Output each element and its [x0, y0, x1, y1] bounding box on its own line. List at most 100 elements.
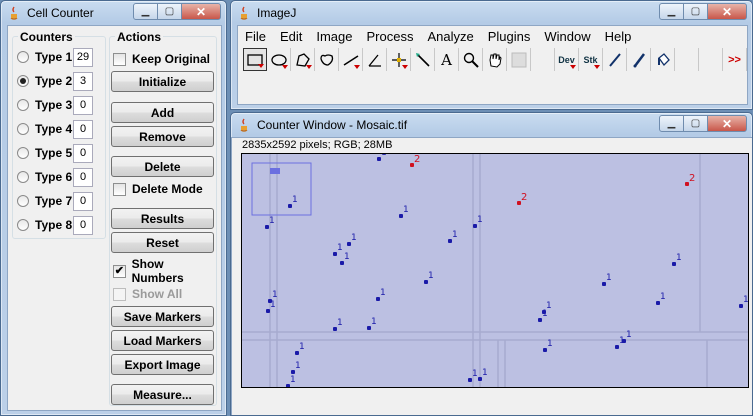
- keep-original-checkbox[interactable]: Keep Original: [113, 50, 210, 68]
- grid-lines: [242, 154, 748, 387]
- cell-marker-label: 1: [270, 300, 276, 310]
- delete-button[interactable]: Delete: [111, 156, 214, 177]
- minimize-button[interactable]: ▁: [133, 3, 158, 20]
- more-tools-icon[interactable]: >>: [723, 48, 747, 71]
- hand-tool-icon[interactable]: [483, 48, 507, 71]
- minimize-button[interactable]: ▁: [659, 3, 684, 20]
- maximize-button[interactable]: ▢: [157, 3, 182, 20]
- counter-type-row[interactable]: Type 30: [17, 94, 93, 116]
- cell-marker-label: 1: [292, 195, 298, 205]
- type-radio[interactable]: [17, 171, 29, 183]
- cell-marker-label: 1: [344, 252, 350, 262]
- angle-tool-icon[interactable]: [363, 48, 387, 71]
- cell-marker-label: 1: [743, 295, 749, 305]
- menu-window[interactable]: Window: [537, 29, 597, 44]
- close-button[interactable]: ✕: [707, 3, 747, 20]
- type-radio[interactable]: [17, 219, 29, 231]
- cell-marker-label: 1: [547, 339, 553, 349]
- type-radio[interactable]: [17, 123, 29, 135]
- counter-type-row[interactable]: Type 1 29: [17, 46, 93, 68]
- freehand-tool-icon[interactable]: [315, 48, 339, 71]
- cell-marker-label: 1: [428, 271, 434, 281]
- menu-help[interactable]: Help: [598, 29, 639, 44]
- menu-image[interactable]: Image: [309, 29, 359, 44]
- dropdown-indicator-icon: [354, 65, 360, 69]
- cell-marker-label: 1: [482, 368, 488, 378]
- menu-process[interactable]: Process: [360, 29, 421, 44]
- keep-original-box[interactable]: [113, 52, 126, 66]
- maximize-button[interactable]: ▢: [683, 115, 708, 132]
- menu-plugins[interactable]: Plugins: [481, 29, 538, 44]
- point-tool-icon[interactable]: [387, 48, 411, 71]
- close-button[interactable]: ✕: [707, 115, 747, 132]
- cell-marker-label: 1: [403, 205, 409, 215]
- counter-type-row[interactable]: Type 80: [17, 214, 93, 236]
- magnifier-tool-icon[interactable]: [459, 48, 483, 71]
- show-numbers-checkbox[interactable]: ✔ Show Numbers: [113, 257, 216, 285]
- flood-fill-tool-icon[interactable]: [651, 48, 675, 71]
- reset-button[interactable]: Reset: [111, 232, 214, 253]
- type-count: 0: [73, 191, 93, 211]
- close-button[interactable]: ✕: [181, 3, 221, 20]
- dev-tool[interactable]: Dev: [555, 48, 579, 71]
- counter-window-panel: 2835x2592 pixels; RGB; 28MB 122211111111…: [231, 137, 752, 415]
- type-count: 0: [73, 167, 93, 187]
- text-tool-icon[interactable]: A: [435, 48, 459, 71]
- type-radio[interactable]: [17, 75, 29, 87]
- add-button[interactable]: Add: [111, 102, 214, 123]
- cell-marker-label: 1: [299, 342, 305, 352]
- menu-file[interactable]: File: [238, 29, 273, 44]
- show-numbers-box[interactable]: ✔: [113, 264, 126, 278]
- cell-marker-label: 1: [269, 216, 275, 226]
- type-count: 0: [73, 119, 93, 139]
- type-label: Type 1: [35, 50, 73, 64]
- type-label: Type 7: [35, 194, 73, 208]
- export-image-button[interactable]: Export Image: [111, 354, 214, 375]
- brush-tool-icon[interactable]: [627, 48, 651, 71]
- more-label: >>: [728, 53, 741, 66]
- imagej-panel: File Edit Image Process Analyze Plugins Window…: [237, 25, 748, 105]
- type-radio[interactable]: [17, 51, 29, 63]
- initialize-button[interactable]: Initialize: [111, 71, 214, 92]
- type-count: 29: [73, 47, 93, 67]
- cell-marker-label: 1: [290, 375, 296, 385]
- delete-mode-checkbox[interactable]: Delete Mode: [113, 180, 203, 198]
- stk-label: Stk: [583, 54, 598, 65]
- results-button[interactable]: Results: [111, 208, 214, 229]
- menu-analyze[interactable]: Analyze: [420, 29, 480, 44]
- java-icon: [237, 117, 251, 133]
- delete-mode-box[interactable]: [113, 182, 126, 196]
- load-markers-button[interactable]: Load Markers: [111, 330, 214, 351]
- java-icon: [237, 5, 251, 21]
- rectangle-tool-icon[interactable]: [243, 48, 267, 71]
- counter-type-row[interactable]: Type 50: [17, 142, 93, 164]
- counter-type-row[interactable]: Type 70: [17, 190, 93, 212]
- remove-button[interactable]: Remove: [111, 126, 214, 147]
- wand-tool-icon[interactable]: [411, 48, 435, 71]
- save-markers-button[interactable]: Save Markers: [111, 306, 214, 327]
- pencil-tool-icon[interactable]: [603, 48, 627, 71]
- type-radio[interactable]: [17, 195, 29, 207]
- image-canvas[interactable]: 12221111111111111111111111111111: [241, 153, 749, 388]
- show-all-checkbox[interactable]: Show All: [113, 285, 182, 303]
- counter-type-row[interactable]: Type 60: [17, 166, 93, 188]
- oval-tool-icon[interactable]: [267, 48, 291, 71]
- minimize-button[interactable]: ▁: [659, 115, 684, 132]
- polygon-tool-icon[interactable]: [291, 48, 315, 71]
- line-tool-icon[interactable]: [339, 48, 363, 71]
- stk-tool[interactable]: Stk: [579, 48, 603, 71]
- type-radio[interactable]: [17, 147, 29, 159]
- counter-type-row[interactable]: Type 40: [17, 118, 93, 140]
- menu-edit[interactable]: Edit: [273, 29, 309, 44]
- maximize-button[interactable]: ▢: [683, 3, 708, 20]
- dropdown-indicator-icon: [306, 65, 312, 69]
- type-label: Type 5: [35, 146, 73, 160]
- type-count: 0: [73, 143, 93, 163]
- window-title: Cell Counter: [27, 6, 94, 20]
- cell-marker-label: 1: [371, 317, 377, 327]
- color-picker-icon[interactable]: [507, 48, 531, 71]
- type-radio[interactable]: [17, 99, 29, 111]
- counter-type-row[interactable]: Type 23: [17, 70, 93, 92]
- show-all-box[interactable]: [113, 287, 126, 301]
- measure-button[interactable]: Measure...: [111, 384, 214, 405]
